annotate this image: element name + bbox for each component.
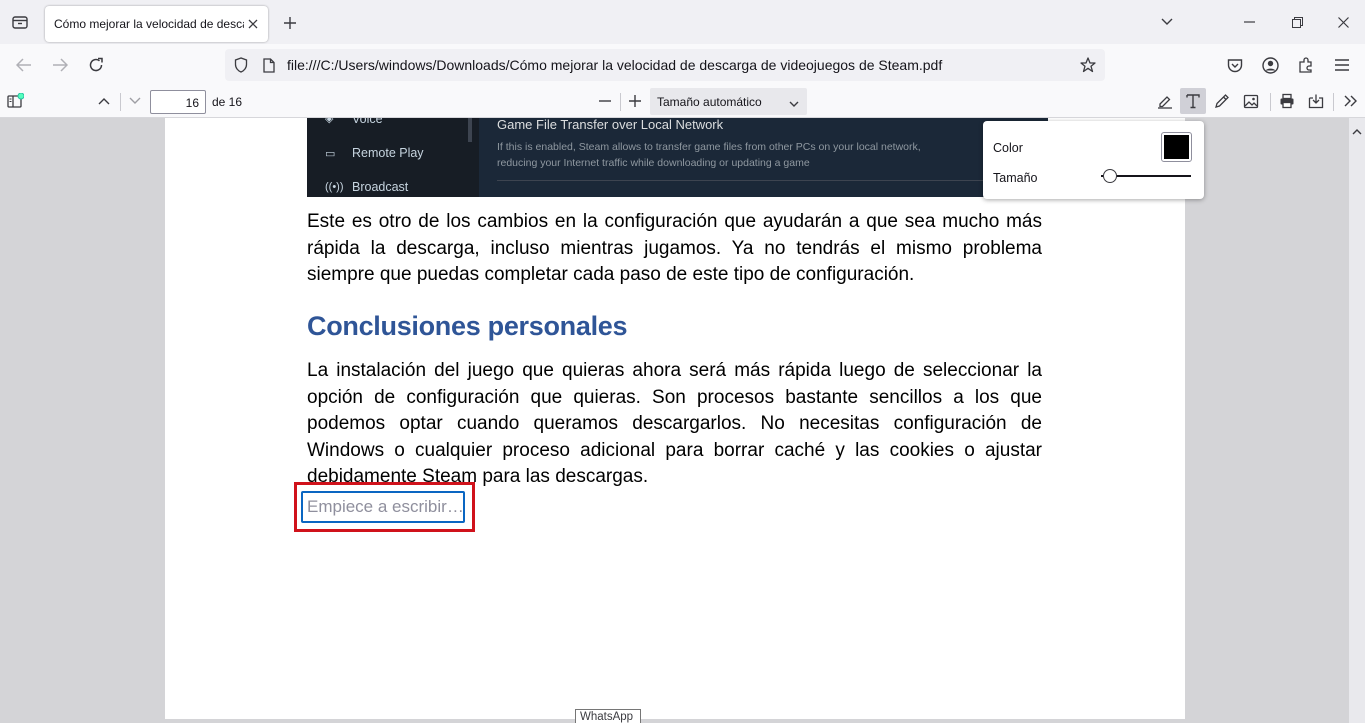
steam-sidebar-item: Broadcast xyxy=(352,180,409,194)
restore-icon[interactable] xyxy=(1288,13,1306,31)
toolbar-separator xyxy=(620,93,621,111)
page-count-label: de 16 xyxy=(212,95,243,109)
steam-divider xyxy=(497,180,1042,181)
text-editor-params-popup: Color Tamaño xyxy=(983,121,1204,199)
zoom-out-icon[interactable] xyxy=(592,88,618,114)
browser-window: Cómo mejorar la velocidad de descarga de… xyxy=(0,0,1365,723)
chevron-down-icon xyxy=(789,97,799,111)
steam-setting-heading: Game File Transfer over Local Network xyxy=(497,118,724,132)
steam-sidebar-item: Remote Play xyxy=(352,146,424,160)
voice-icon: ◈ xyxy=(325,118,334,125)
pdf-viewer[interactable]: ◈ Voice ▭ Remote Play ((•)) Broadcast Ga… xyxy=(0,118,1365,723)
pocket-icon[interactable] xyxy=(1225,55,1245,75)
tooltip: WhatsApp xyxy=(575,709,641,723)
extensions-icon[interactable] xyxy=(1296,55,1316,75)
text-annotation-icon[interactable] xyxy=(1180,88,1206,114)
tab-list-icon[interactable] xyxy=(9,12,31,32)
shield-icon[interactable] xyxy=(232,56,250,74)
toolbar-separator xyxy=(120,93,121,111)
zoom-select[interactable]: Tamaño automático xyxy=(650,88,807,115)
paragraph: Este es otro de los cambios en la config… xyxy=(307,211,1042,285)
list-all-tabs-icon[interactable] xyxy=(1158,13,1176,31)
section-heading: Conclusiones personales xyxy=(307,311,628,341)
scroll-up-icon[interactable] xyxy=(1352,122,1362,140)
download-icon[interactable] xyxy=(1303,88,1329,114)
color-label: Color xyxy=(993,141,1023,155)
toolbar-separator xyxy=(1270,93,1271,111)
tab-title: Cómo mejorar la velocidad de descarga de… xyxy=(54,17,244,31)
close-window-icon[interactable] xyxy=(1334,13,1352,31)
steam-settings-screenshot: ◈ Voice ▭ Remote Play ((•)) Broadcast Ga… xyxy=(307,118,1048,197)
url-bar[interactable]: file:///C:/Users/windows/Downloads/Cómo … xyxy=(225,49,1105,81)
bookmark-star-icon[interactable] xyxy=(1079,56,1097,74)
draw-icon[interactable] xyxy=(1209,88,1235,114)
reload-icon[interactable] xyxy=(86,55,106,75)
color-swatch xyxy=(1164,135,1189,159)
image-icon[interactable] xyxy=(1238,88,1264,114)
remote-play-icon: ▭ xyxy=(325,148,336,160)
active-tab[interactable]: Cómo mejorar la velocidad de descarga de… xyxy=(45,6,268,42)
freetext-annotation-input[interactable]: Empiece a escribir… xyxy=(301,491,465,523)
steam-sidebar-item: Voice xyxy=(352,118,383,126)
zoom-select-value: Tamaño automático xyxy=(657,95,762,109)
size-slider-thumb[interactable] xyxy=(1102,169,1117,183)
broadcast-icon: ((•)) xyxy=(325,181,344,193)
steam-scrollbar xyxy=(468,118,472,142)
pdf-toolbar: 16 de 16 Tamaño automático xyxy=(0,85,1365,118)
toolbar-separator xyxy=(1333,93,1334,111)
tools-overflow-icon[interactable] xyxy=(1338,88,1364,114)
print-icon[interactable] xyxy=(1274,88,1300,114)
new-tab-icon[interactable] xyxy=(280,13,300,33)
minimize-icon[interactable] xyxy=(1240,13,1258,31)
highlight-icon[interactable] xyxy=(1152,88,1178,114)
size-label: Tamaño xyxy=(993,171,1038,185)
paragraph: La instalación del juego que quieras aho… xyxy=(307,360,1042,487)
back-icon[interactable] xyxy=(14,55,34,75)
menu-icon[interactable] xyxy=(1332,55,1352,75)
steam-setting-description: reducing your Internet traffic while dow… xyxy=(497,157,810,169)
page-number-input[interactable]: 16 xyxy=(150,90,206,114)
color-picker[interactable] xyxy=(1161,132,1192,162)
url-text: file:///C:/Users/windows/Downloads/Cómo … xyxy=(287,57,943,73)
pdf-page: ◈ Voice ▭ Remote Play ((•)) Broadcast Ga… xyxy=(165,118,1185,719)
account-icon[interactable] xyxy=(1260,55,1280,75)
forward-icon[interactable] xyxy=(50,55,70,75)
zoom-in-icon[interactable] xyxy=(622,88,648,114)
vertical-scrollbar[interactable] xyxy=(1349,118,1365,723)
tab-strip: Cómo mejorar la velocidad de descarga de… xyxy=(0,0,1365,44)
close-tab-icon[interactable] xyxy=(244,15,262,33)
steam-sidebar: ◈ Voice ▭ Remote Play ((•)) Broadcast xyxy=(307,118,479,197)
previous-page-icon[interactable] xyxy=(91,88,117,114)
page-icon[interactable] xyxy=(260,56,278,74)
steam-setting-description: If this is enabled, Steam allows to tran… xyxy=(497,141,921,153)
navigation-bar: file:///C:/Users/windows/Downloads/Cómo … xyxy=(0,44,1365,85)
next-page-icon[interactable] xyxy=(122,88,148,114)
sidebar-toggle-icon[interactable] xyxy=(2,88,28,114)
